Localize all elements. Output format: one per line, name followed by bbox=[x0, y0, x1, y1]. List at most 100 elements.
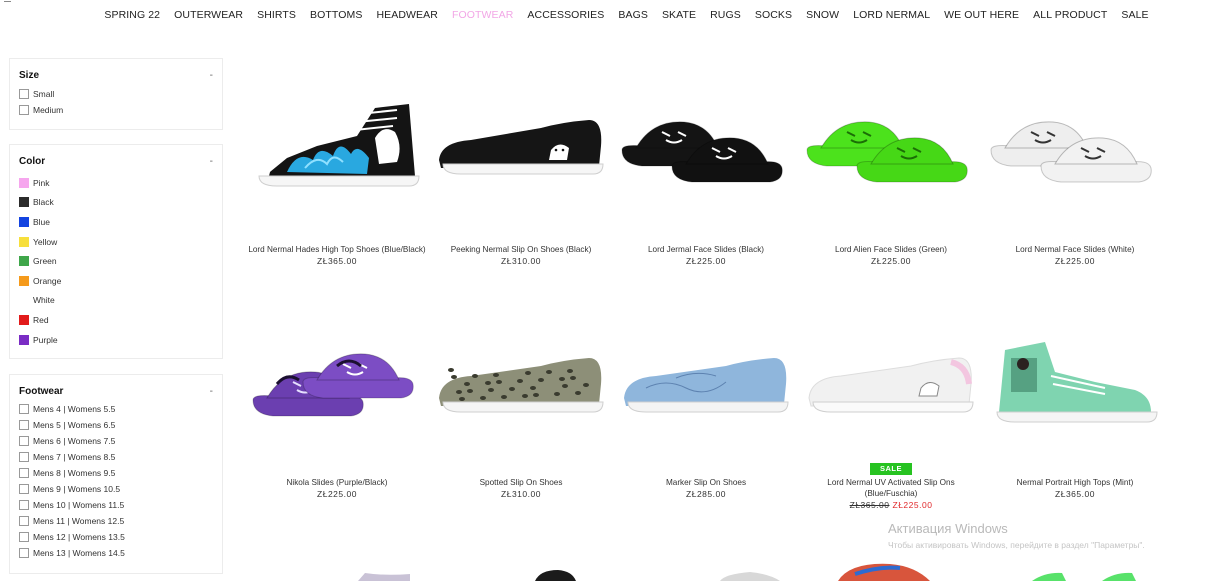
filter-option[interactable]: Mens 9 | Womens 10.5 bbox=[10, 481, 222, 497]
nav-item[interactable]: FOOTWEAR bbox=[452, 8, 513, 24]
product-price: ZŁ225.00 bbox=[1055, 256, 1095, 266]
color-swatch[interactable] bbox=[19, 216, 29, 227]
nav-item[interactable]: ALL PRODUCT bbox=[1033, 8, 1107, 24]
window-corner-mark bbox=[4, 1, 11, 2]
filter-option[interactable]: Mens 12 | Womens 13.5 bbox=[10, 529, 222, 545]
color-option-label: White bbox=[33, 295, 55, 306]
product-name[interactable]: Nermal Portrait High Tops (Mint) bbox=[975, 477, 1175, 488]
shoe-image[interactable] bbox=[616, 98, 796, 208]
product-image[interactable] bbox=[431, 332, 611, 442]
color-filter-header[interactable]: Color - bbox=[10, 154, 222, 168]
nav-item[interactable]: SALE bbox=[1121, 8, 1148, 24]
checkbox[interactable] bbox=[19, 452, 29, 462]
product-image[interactable] bbox=[247, 332, 427, 442]
product-name[interactable]: Marker Slip On Shoes bbox=[606, 477, 806, 488]
filter-option[interactable]: Mens 5 | Womens 6.5 bbox=[10, 417, 222, 433]
color-option-red[interactable]: Red bbox=[10, 310, 222, 330]
shoe-image[interactable] bbox=[801, 332, 981, 442]
color-option-blue[interactable]: Blue bbox=[10, 212, 222, 232]
product-name[interactable]: Lord Jermal Face Slides (Black) bbox=[606, 244, 806, 255]
color-option-purple[interactable]: Purple bbox=[10, 330, 222, 350]
color-option-pink[interactable]: Pink bbox=[10, 173, 222, 193]
product-name[interactable]: Spotted Slip On Shoes bbox=[421, 477, 621, 488]
collapse-icon[interactable]: - bbox=[210, 386, 213, 397]
filter-option-label: Mens 9 | Womens 10.5 bbox=[33, 484, 121, 494]
filter-option[interactable]: Mens 11 | Womens 12.5 bbox=[10, 513, 222, 529]
footwear-filter-header[interactable]: Footwear - bbox=[10, 384, 222, 398]
nav-item[interactable]: SOCKS bbox=[755, 8, 792, 24]
checkbox[interactable] bbox=[19, 89, 29, 99]
filter-option[interactable]: Mens 7 | Womens 8.5 bbox=[10, 449, 222, 465]
product-image[interactable] bbox=[616, 98, 796, 208]
color-swatch[interactable] bbox=[19, 314, 29, 325]
color-option-orange[interactable]: Orange bbox=[10, 271, 222, 291]
product-image[interactable] bbox=[801, 98, 981, 208]
product-name[interactable]: Lord Alien Face Slides (Green) bbox=[791, 244, 991, 255]
nav-item[interactable]: BOTTOMS bbox=[310, 8, 362, 24]
shoe-image[interactable] bbox=[616, 332, 796, 442]
size-filter-header[interactable]: Size - bbox=[10, 68, 222, 82]
checkbox[interactable] bbox=[19, 468, 29, 478]
product-image[interactable] bbox=[247, 98, 427, 208]
color-option-white[interactable]: White bbox=[10, 291, 222, 311]
product-image[interactable] bbox=[616, 332, 796, 442]
nav-item[interactable]: ACCESSORIES bbox=[527, 8, 604, 24]
color-option-black[interactable]: Black bbox=[10, 193, 222, 213]
checkbox[interactable] bbox=[19, 548, 29, 558]
product-image[interactable] bbox=[801, 332, 981, 442]
filter-option[interactable]: Mens 10 | Womens 11.5 bbox=[10, 497, 222, 513]
filter-option[interactable]: Mens 4 | Womens 5.5 bbox=[10, 401, 222, 417]
nav-item[interactable]: SNOW bbox=[806, 8, 839, 24]
filter-option[interactable]: Mens 13 | Womens 14.5 bbox=[10, 545, 222, 561]
filter-option[interactable]: Mens 6 | Womens 7.5 bbox=[10, 433, 222, 449]
nav-item[interactable]: SKATE bbox=[662, 8, 696, 24]
checkbox[interactable] bbox=[19, 105, 29, 115]
collapse-icon[interactable]: - bbox=[210, 156, 213, 167]
filter-option[interactable]: Medium bbox=[10, 102, 222, 118]
checkbox[interactable] bbox=[19, 436, 29, 446]
nav-item[interactable]: WE OUT HERE bbox=[944, 8, 1019, 24]
shoe-image[interactable] bbox=[985, 332, 1165, 442]
shoe-image[interactable] bbox=[431, 332, 611, 442]
color-swatch[interactable] bbox=[19, 236, 29, 247]
color-swatch[interactable] bbox=[19, 295, 29, 306]
product-name[interactable]: Nikola Slides (Purple/Black) bbox=[237, 477, 437, 488]
collapse-icon[interactable]: - bbox=[210, 70, 213, 81]
color-option-green[interactable]: Green bbox=[10, 251, 222, 271]
color-swatch[interactable] bbox=[19, 275, 29, 286]
shoe-image[interactable] bbox=[801, 98, 981, 208]
product-name[interactable]: Lord Nermal UV Activated Slip Ons (Blue/… bbox=[811, 477, 971, 499]
checkbox[interactable] bbox=[19, 484, 29, 494]
product-name[interactable]: Lord Nermal Hades High Top Shoes (Blue/B… bbox=[237, 244, 437, 255]
product-image[interactable] bbox=[985, 98, 1165, 208]
shoe-image[interactable] bbox=[985, 98, 1165, 208]
filter-option[interactable]: Small bbox=[10, 86, 222, 102]
checkbox[interactable] bbox=[19, 500, 29, 510]
color-swatch[interactable] bbox=[19, 177, 29, 188]
checkbox[interactable] bbox=[19, 532, 29, 542]
shoe-image[interactable] bbox=[431, 98, 611, 208]
nav-item[interactable]: HEADWEAR bbox=[376, 8, 437, 24]
color-swatch[interactable] bbox=[19, 334, 29, 345]
shoe-image[interactable] bbox=[247, 98, 427, 208]
nav-item[interactable]: LORD NERMAL bbox=[853, 8, 930, 24]
shoe-image[interactable] bbox=[247, 332, 427, 442]
color-swatch[interactable] bbox=[19, 256, 29, 267]
checkbox[interactable] bbox=[19, 516, 29, 526]
product-name[interactable]: Lord Nermal Face Slides (White) bbox=[975, 244, 1175, 255]
checkbox[interactable] bbox=[19, 404, 29, 414]
filter-option[interactable]: Mens 8 | Womens 9.5 bbox=[10, 465, 222, 481]
color-option-yellow[interactable]: Yellow bbox=[10, 232, 222, 252]
checkbox[interactable] bbox=[19, 420, 29, 430]
product-image[interactable] bbox=[431, 98, 611, 208]
filter-option-label: Small bbox=[33, 89, 55, 99]
nav-item[interactable]: OUTERWEAR bbox=[174, 8, 243, 24]
nav-item[interactable]: RUGS bbox=[710, 8, 741, 24]
product-name[interactable]: Peeking Nermal Slip On Shoes (Black) bbox=[421, 244, 621, 255]
product-image[interactable] bbox=[985, 332, 1165, 442]
nav-item[interactable]: SPRING 22 bbox=[104, 8, 160, 24]
color-option-label: Blue bbox=[33, 216, 51, 227]
color-swatch[interactable] bbox=[19, 197, 29, 208]
nav-item[interactable]: BAGS bbox=[618, 8, 648, 24]
nav-item[interactable]: SHIRTS bbox=[257, 8, 296, 24]
